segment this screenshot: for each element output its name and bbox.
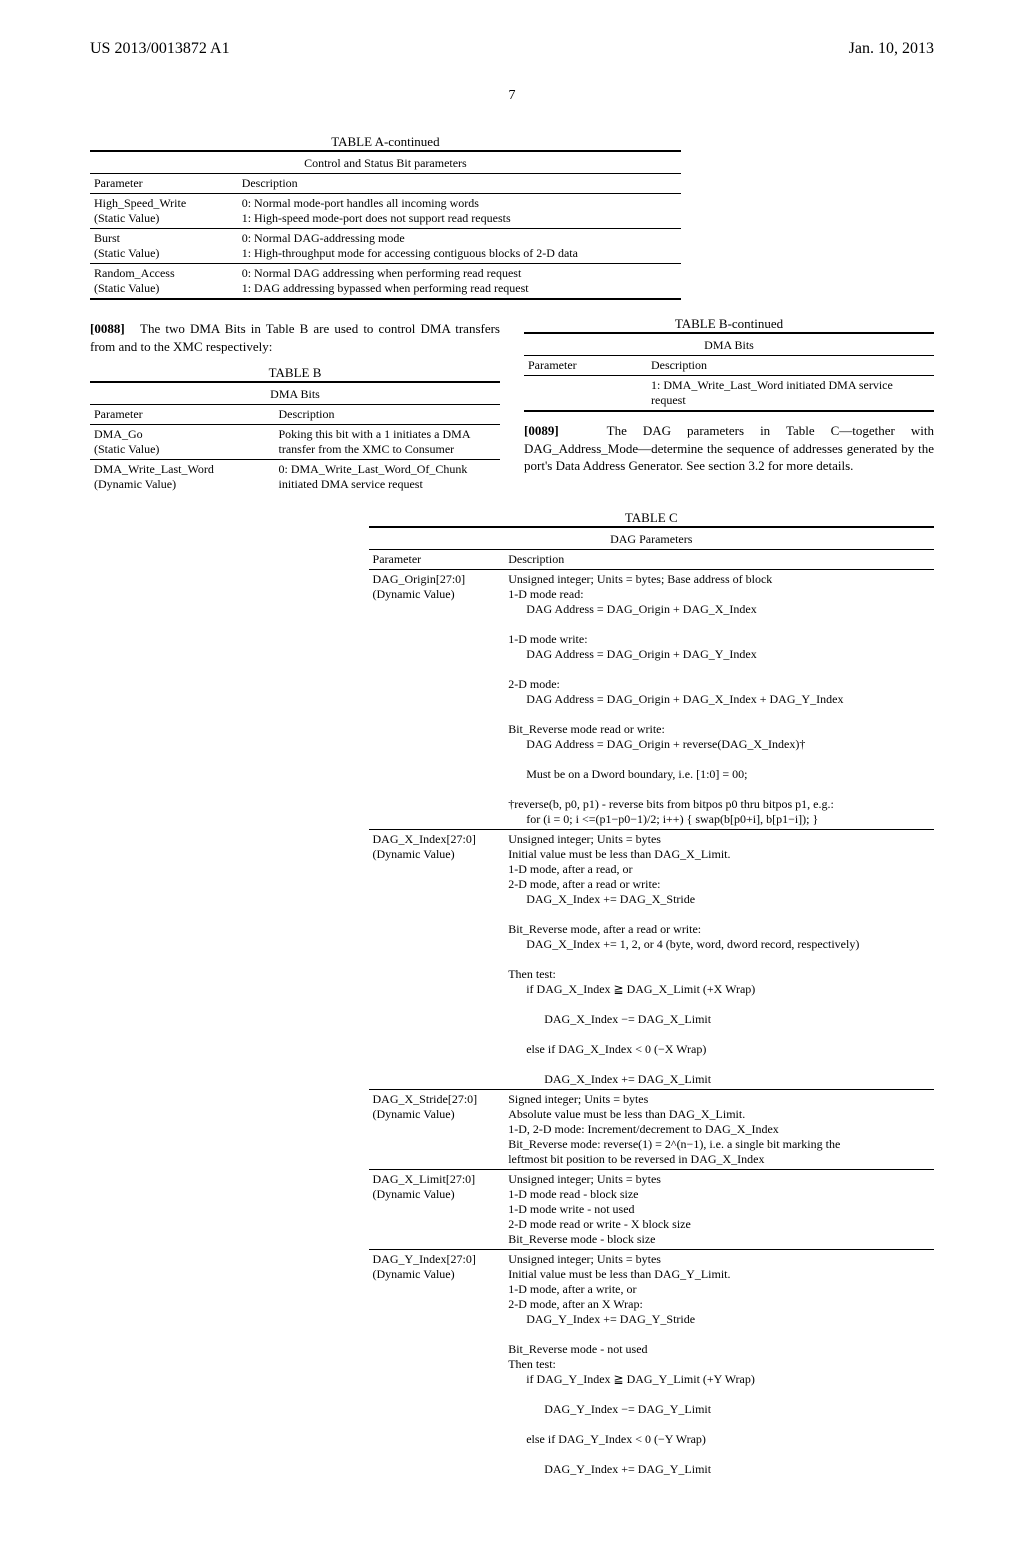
table-a: Control and Status Bit parameters Parame…: [90, 150, 681, 300]
table-c-title: TABLE C: [369, 510, 934, 526]
table-b-col1: Parameter: [90, 405, 275, 425]
table-row: DAG_Y_Index[27:0](Dynamic Value)Unsigned…: [369, 1250, 934, 1480]
para-text: The two DMA Bits in Table B are used to …: [90, 321, 500, 354]
table-b: DMA Bits Parameter Description DMA_Go(St…: [90, 381, 500, 494]
page-number: 7: [90, 88, 934, 104]
table-row: DAG_X_Stride[27:0](Dynamic Value)Signed …: [369, 1090, 934, 1170]
table-c-col2: Description: [504, 550, 934, 570]
table-a-title: TABLE A-continued: [90, 134, 681, 150]
para-text: The DAG parameters in Table C—together w…: [524, 423, 934, 473]
table-b-cont-col1: Parameter: [524, 356, 647, 376]
para-0088: [0088] The two DMA Bits in Table B are u…: [90, 320, 500, 355]
table-row: Burst(Static Value)0: Normal DAG-address…: [90, 229, 681, 264]
table-c-col1: Parameter: [369, 550, 505, 570]
header-left: US 2013/0013872 A1: [90, 40, 230, 58]
table-row: DAG_X_Limit[27:0](Dynamic Value)Unsigned…: [369, 1170, 934, 1250]
table-b-title: TABLE B: [90, 365, 500, 381]
table-a-col1: Parameter: [90, 174, 238, 194]
para-num: [0089]: [524, 423, 559, 438]
page-header: US 2013/0013872 A1 Jan. 10, 2013: [90, 40, 934, 58]
table-c: DAG Parameters Parameter Description DAG…: [369, 526, 934, 1479]
table-row: DAG_X_Index[27:0](Dynamic Value)Unsigned…: [369, 830, 934, 1090]
para-0089: [0089] The DAG parameters in Table C—tog…: [524, 422, 934, 475]
table-c-subtitle: DAG Parameters: [369, 530, 934, 550]
table-row: Random_Access(Static Value)0: Normal DAG…: [90, 264, 681, 300]
table-b-cont: DMA Bits Parameter Description 1: DMA_Wr…: [524, 332, 934, 412]
table-row: High_Speed_Write(Static Value)0: Normal …: [90, 194, 681, 229]
table-a-subtitle: Control and Status Bit parameters: [90, 154, 681, 174]
table-a-col2: Description: [238, 174, 681, 194]
table-b-cont-col2: Description: [647, 356, 934, 376]
table-row: DAG_Origin[27:0](Dynamic Value)Unsigned …: [369, 570, 934, 830]
para-num: [0088]: [90, 321, 125, 336]
header-right: Jan. 10, 2013: [849, 40, 934, 58]
table-b-cont-title: TABLE B-continued: [524, 316, 934, 332]
table-row: 1: DMA_Write_Last_Word initiated DMA ser…: [524, 376, 934, 412]
table-b-col2: Description: [275, 405, 501, 425]
table-row: DMA_Write_Last_Word(Dynamic Value)0: DMA…: [90, 460, 500, 495]
table-b-cont-subtitle: DMA Bits: [524, 336, 934, 356]
table-b-subtitle: DMA Bits: [90, 385, 500, 405]
table-row: DMA_Go(Static Value)Poking this bit with…: [90, 425, 500, 460]
